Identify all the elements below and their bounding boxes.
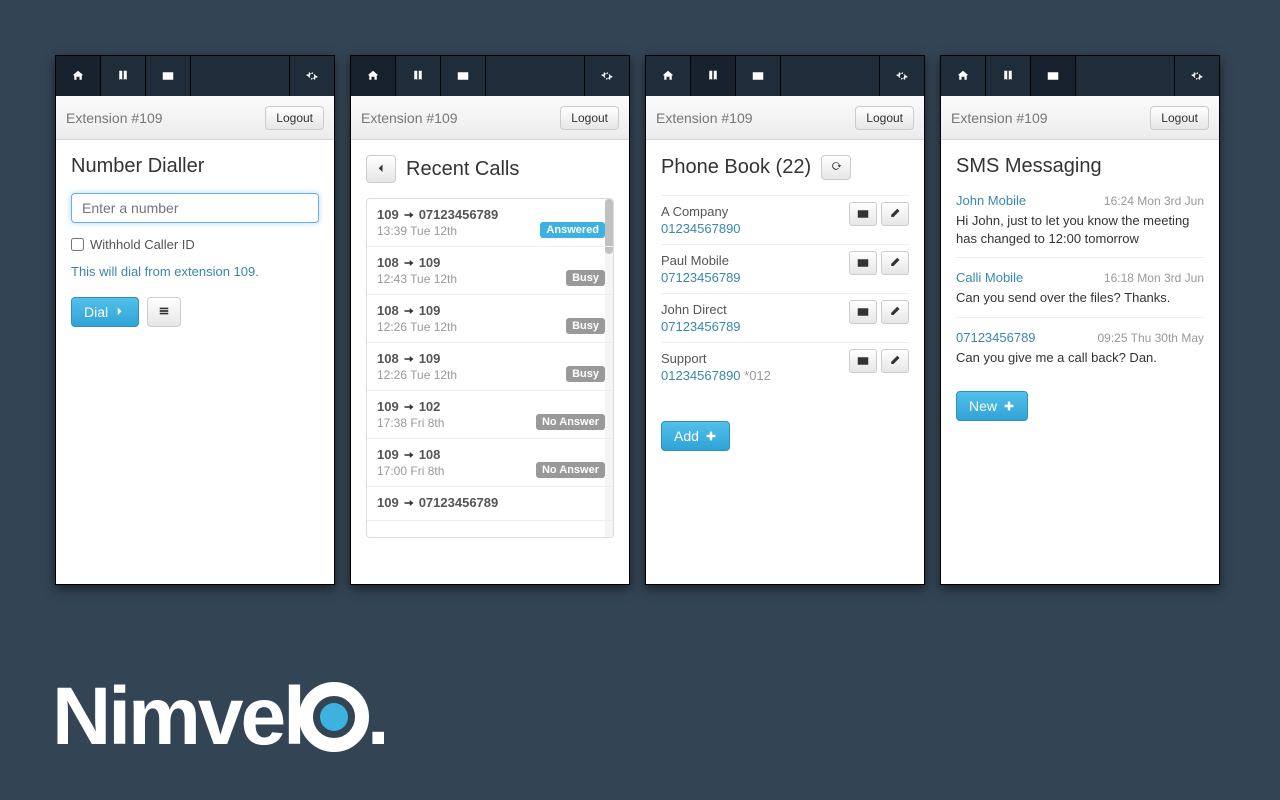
subheader: Extension #109 Logout	[941, 96, 1219, 140]
sms-item: Calli Mobile 16:18 Mon 3rd Jun Can you sen…	[956, 270, 1204, 318]
arrow-right-icon	[403, 401, 415, 413]
page-title: Phone Book (22)	[661, 156, 811, 179]
edit-icon[interactable]	[881, 300, 909, 324]
new-button[interactable]: New	[956, 391, 1028, 421]
sms-from[interactable]: Calli Mobile	[956, 270, 1023, 285]
mail-icon[interactable]	[441, 56, 486, 96]
recent-calls-panel: Extension #109 Logout Recent Calls 109 0…	[350, 55, 630, 585]
call-item[interactable]: 109 0712345678913:39 Tue 12thAnswered	[367, 199, 613, 247]
logout-button[interactable]: Logout	[265, 106, 324, 130]
sms-item: John Mobile 16:24 Mon 3rd Jun Hi John, jus…	[956, 193, 1204, 258]
phonebook-list: A Company01234567890Paul Mobile071234567…	[661, 195, 909, 391]
mail-icon[interactable]	[146, 56, 191, 96]
phonebook-row: A Company01234567890	[661, 195, 909, 244]
refresh-button[interactable]	[821, 155, 851, 180]
extension-label: Extension #109	[66, 110, 163, 126]
call-item[interactable]: 109 10817:00 Fri 8thNo Answer	[367, 439, 613, 487]
message-icon[interactable]	[849, 300, 877, 324]
withhold-label: Withhold Caller ID	[90, 237, 195, 252]
subheader: Extension #109 Logout	[646, 96, 924, 140]
call-item[interactable]: 108 10912:43 Tue 12thBusy	[367, 247, 613, 295]
page-title: Number Dialler	[71, 155, 319, 178]
sms-body: Can you give me a call back? Dan.	[956, 349, 1204, 377]
page-title: Recent Calls	[406, 158, 519, 181]
extension-label: Extension #109	[656, 110, 753, 126]
edit-icon[interactable]	[881, 251, 909, 275]
gear-icon[interactable]	[289, 56, 334, 96]
logo-o-icon	[299, 682, 369, 752]
sms-panel: Extension #109 Logout SMS Messaging John…	[940, 55, 1220, 585]
status-badge: Busy	[566, 366, 605, 382]
edit-icon[interactable]	[881, 349, 909, 373]
logout-button[interactable]: Logout	[855, 106, 914, 130]
sms-time: 16:18 Mon 3rd Jun	[1104, 271, 1204, 285]
arrow-right-icon	[403, 305, 415, 317]
extension-label: Extension #109	[951, 110, 1048, 126]
navbar	[56, 56, 334, 96]
subheader: Extension #109 Logout	[351, 96, 629, 140]
book-icon[interactable]	[396, 56, 441, 96]
mail-icon[interactable]	[736, 56, 781, 96]
status-badge: Busy	[566, 270, 605, 286]
brand-logo: Nimvel.	[52, 670, 390, 764]
withhold-checkbox[interactable]	[71, 238, 84, 251]
call-item[interactable]: 109 07123456789	[367, 487, 613, 521]
number-input[interactable]	[71, 193, 319, 223]
gear-icon[interactable]	[584, 56, 629, 96]
call-item[interactable]: 109 10217:38 Fri 8thNo Answer	[367, 391, 613, 439]
logout-button[interactable]: Logout	[1150, 106, 1209, 130]
status-badge: No Answer	[536, 462, 605, 478]
message-icon[interactable]	[849, 349, 877, 373]
book-icon[interactable]	[986, 56, 1031, 96]
dial-button[interactable]: Dial	[71, 297, 139, 327]
sms-item: 07123456789 09:25 Thu 30th May Can you giv…	[956, 330, 1204, 377]
navbar	[941, 56, 1219, 96]
home-icon[interactable]	[351, 56, 396, 96]
dial-hint: This will dial from extension 109.	[71, 264, 319, 279]
call-item[interactable]: 108 10912:26 Tue 12thBusy	[367, 343, 613, 391]
phonebook-row: Support01234567890 *012	[661, 342, 909, 391]
status-badge: Answered	[540, 222, 605, 238]
subheader: Extension #109 Logout	[56, 96, 334, 140]
arrow-right-icon	[403, 353, 415, 365]
arrow-right-icon	[403, 257, 415, 269]
list-button[interactable]	[147, 297, 181, 327]
message-icon[interactable]	[849, 251, 877, 275]
sms-time: 09:25 Thu 30th May	[1097, 331, 1204, 345]
sms-from[interactable]: 07123456789	[956, 330, 1036, 345]
gear-icon[interactable]	[1174, 56, 1219, 96]
home-icon[interactable]	[646, 56, 691, 96]
extension-label: Extension #109	[361, 110, 458, 126]
dialler-panel: Extension #109 Logout Number Dialler Wit…	[55, 55, 335, 585]
arrow-right-icon	[403, 449, 415, 461]
arrow-right-icon	[403, 209, 415, 221]
sms-from[interactable]: John Mobile	[956, 193, 1026, 208]
mail-icon[interactable]	[1031, 56, 1076, 96]
gear-icon[interactable]	[879, 56, 924, 96]
sms-time: 16:24 Mon 3rd Jun	[1104, 194, 1204, 208]
sms-body: Can you send over the files? Thanks.	[956, 289, 1204, 318]
logout-button[interactable]: Logout	[560, 106, 619, 130]
add-button[interactable]: Add	[661, 421, 730, 451]
arrow-right-icon	[403, 497, 415, 509]
book-icon[interactable]	[101, 56, 146, 96]
page-title: SMS Messaging	[956, 155, 1204, 178]
call-item[interactable]: 108 10912:26 Tue 12thBusy	[367, 295, 613, 343]
phonebook-panel: Extension #109 Logout Phone Book (22) A …	[645, 55, 925, 585]
call-list: 109 0712345678913:39 Tue 12thAnswered108…	[366, 198, 614, 538]
sms-list: John Mobile 16:24 Mon 3rd Jun Hi John, jus…	[956, 193, 1204, 376]
phonebook-row: John Direct07123456789	[661, 293, 909, 342]
navbar	[646, 56, 924, 96]
home-icon[interactable]	[56, 56, 101, 96]
book-icon[interactable]	[691, 56, 736, 96]
home-icon[interactable]	[941, 56, 986, 96]
status-badge: No Answer	[536, 414, 605, 430]
status-badge: Busy	[566, 318, 605, 334]
edit-icon[interactable]	[881, 202, 909, 226]
sms-body: Hi John, just to let you know the meetin…	[956, 212, 1204, 258]
back-button[interactable]	[366, 155, 396, 183]
phonebook-row: Paul Mobile07123456789	[661, 244, 909, 293]
message-icon[interactable]	[849, 202, 877, 226]
navbar	[351, 56, 629, 96]
